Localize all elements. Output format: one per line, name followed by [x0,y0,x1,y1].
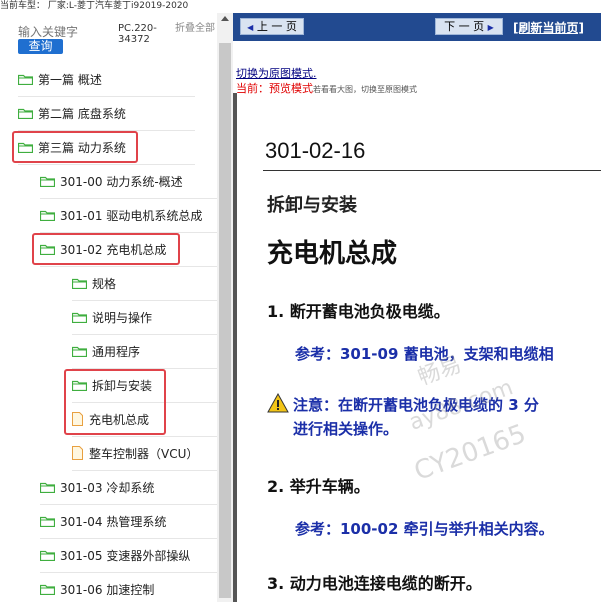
tree-item-label: 第二篇 底盘系统 [38,106,126,121]
tree-item[interactable]: 301-01 驱动电机系统总成 [40,198,217,233]
document-viewer: ◀ 上 一 页 下 一 页 ▶ [刷新当前页] 切换为原图模式. 当前：预览模式… [233,13,601,602]
tree-item[interactable]: 通用程序 [72,334,217,369]
tree-item[interactable]: 301-06 加速控制 [40,572,217,602]
tree-item[interactable]: 301-00 动力系统-概述 [40,164,217,199]
tree-item-label: 301-01 驱动电机系统总成 [60,208,203,223]
search-input[interactable] [18,24,116,40]
folder-icon [18,74,33,85]
tree-item-label: 第一篇 概述 [38,72,102,87]
warning-icon [267,393,289,413]
folder-icon [72,278,87,289]
folder-icon [72,312,87,323]
tree-item-label: 301-04 热管理系统 [60,514,167,529]
step-3: 3. 动力电池连接电缆的断开。 [267,574,482,593]
tree-item[interactable]: 说明与操作 [72,300,217,335]
highlight-box [64,369,166,435]
step-2: 2. 举升车辆。 [267,477,370,496]
reference-2: 参考：100-02 牵引与举升相关内容。 [295,520,554,538]
tree-item-label: 301-05 变速器外部操纵 [60,548,191,563]
tree-item[interactable]: 规格 [72,266,217,301]
tree-item[interactable]: 301-05 变速器外部操纵 [40,538,217,573]
step-1: 1. 断开蓄电池负极电缆。 [267,302,450,321]
left-nav-panel: 查询 PC.220-34372 折叠全部 第一篇 概述第二篇 底盘系统第三篇 动… [0,13,217,602]
tree-item[interactable]: 第二篇 底盘系统 [18,96,195,131]
tree-item[interactable]: 第一篇 概述 [18,62,195,97]
folder-icon [40,482,55,493]
document-page: 301-02-16 拆卸与安装 充电机总成 1. 断开蓄电池负极电缆。 参考：3… [233,93,601,602]
warning-line-2: 进行相关操作。 [293,420,399,438]
left-scrollbar[interactable] [217,13,233,602]
next-page-button[interactable]: 下 一 页 ▶ [435,18,503,35]
tree-item-label: 说明与操作 [92,310,153,325]
refresh-page-link[interactable]: [刷新当前页] [513,19,584,36]
folder-icon [40,550,55,561]
tree-item[interactable]: 整车控制器（VCU） [72,436,217,471]
switch-original-mode-link[interactable]: 切换为原图模式. [236,65,317,81]
highlight-box [12,131,138,163]
collapse-all-button[interactable]: 折叠全部 [175,23,215,34]
tree-item-label: 301-06 加速控制 [60,582,155,597]
tree-item-label: 301-03 冷却系统 [60,480,155,495]
search-button[interactable]: 查询 [18,39,63,54]
title-divider [263,170,601,171]
folder-icon [40,210,55,221]
tree-item[interactable]: 301-04 热管理系统 [40,504,217,539]
folder-icon [40,584,55,595]
document-title: 充电机总成 [267,239,398,269]
vehicle-info-bar: 当前车型： 厂家:L-菱丁汽车菱丁i92019-2020 [0,0,601,13]
folder-icon [72,346,87,357]
pc-code: PC.220-34372 [118,23,157,45]
scroll-up-icon[interactable] [221,16,229,21]
folder-icon [40,176,55,187]
prev-page-button[interactable]: ◀ 上 一 页 [240,18,304,35]
next-arrow-icon: ▶ [487,23,494,32]
highlight-box [32,233,180,265]
tree-item-label: 规格 [92,276,117,291]
scroll-thumb[interactable] [219,43,231,598]
page-nav-bar: ◀ 上 一 页 下 一 页 ▶ [刷新当前页] [233,13,601,41]
document-icon [72,446,83,460]
section-title: 拆卸与安装 [267,195,357,216]
prev-arrow-icon: ◀ [247,23,254,32]
doc-code: 301-02-16 [265,138,366,163]
tree-item-label: 整车控制器（VCU） [89,446,199,461]
folder-icon [18,108,33,119]
tree-item[interactable]: 301-03 冷却系统 [40,470,217,505]
folder-icon [40,516,55,527]
tree-item-label: 301-00 动力系统-概述 [60,174,183,189]
tree-item-label: 通用程序 [92,344,141,359]
